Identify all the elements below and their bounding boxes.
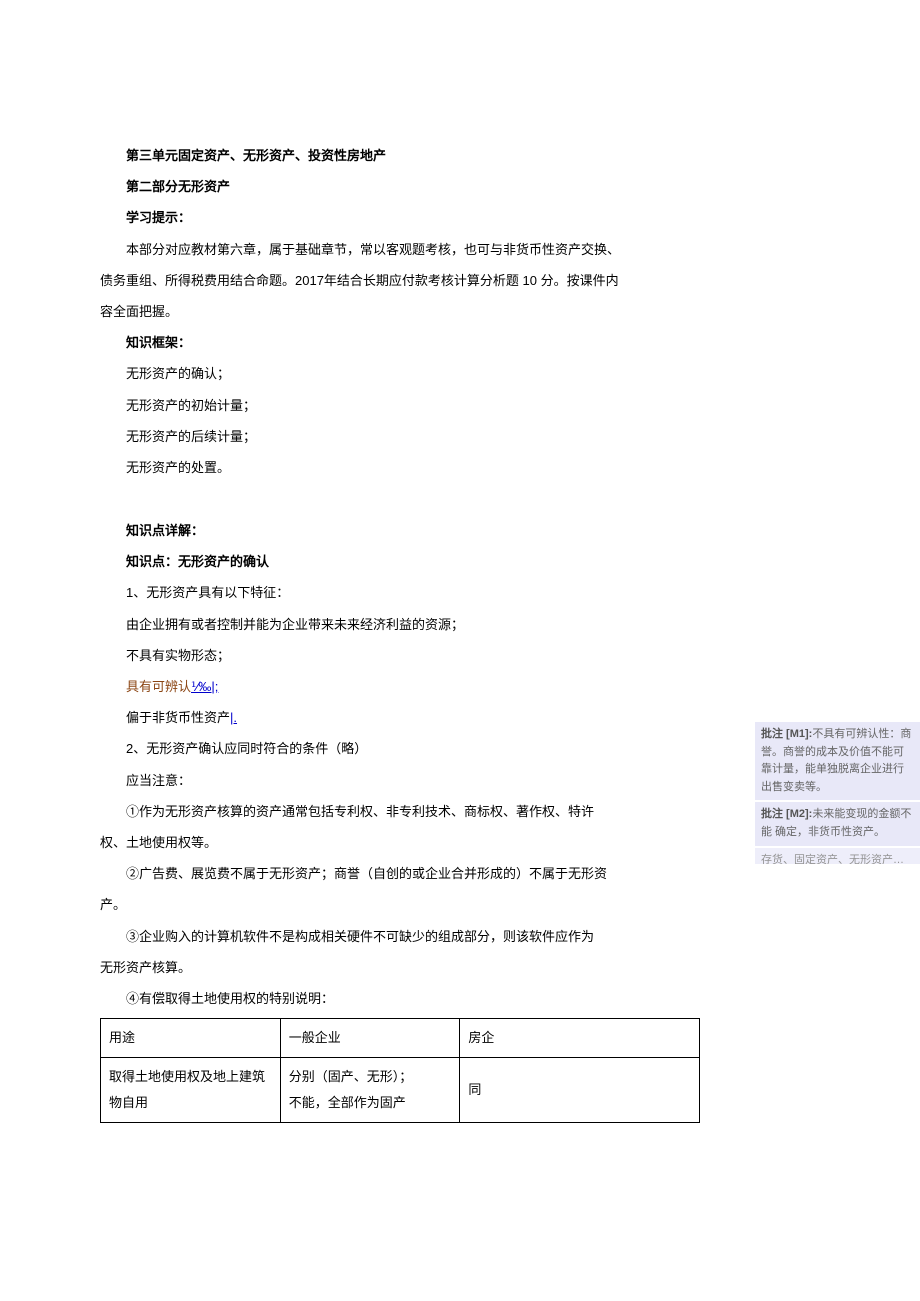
note-item: ③企业购入的计算机软件不是构成相关硬件不可缺少的组成部分，则该软件应作为 [100,921,620,952]
feature-text: 偏于非货币性资产 [126,710,230,725]
framework-item: 无形资产的处置。 [100,452,620,483]
comment-tag: 批注 [M2]: [761,808,812,820]
framework-item: 无形资产的初始计量； [100,390,620,421]
table-header: 一般企业 [280,1019,460,1058]
feature-item: 不具有实物形态； [100,640,620,671]
condition-heading: 2、无形资产确认应同时符合的条件（略） [100,733,620,764]
table-header: 用途 [101,1019,281,1058]
study-label: 学习提示： [100,202,620,233]
feature-item: 由企业拥有或者控制并能为企业带来未来经济利益的资源； [100,609,620,640]
cell-line: 分别（固产、无形）； [289,1069,413,1084]
note-item: ②广告费、展览费不属于无形资产；商誉（自创的或企业合并形成的）不属于无形资产。 [100,858,620,920]
table-cell: 分别（固产、无形）； 不能，全部作为固产 [280,1058,460,1123]
reference-link[interactable]: ⅟‰|; [191,679,218,694]
study-text: 本部分对应教材第六章，属于基础章节，常以客观题考核，也可与非货币性资产交换、债务… [100,234,620,328]
table-cell: 取得土地使用权及地上建筑物自用 [101,1058,281,1123]
reference-link[interactable]: |. [230,710,237,725]
framework-label: 知识框架： [100,327,620,358]
part-title: 第二部分无形资产 [100,171,620,202]
knowledge-point-title: 知识点：无形资产的确认 [100,546,620,577]
note-item-cont: 权、土地使用权等。 [100,827,620,858]
comment-box-clipped: 存货、固定资产、无形资产… [755,848,920,864]
note-item-cont: 无形资产核算。 [100,952,620,983]
table-row: 取得土地使用权及地上建筑物自用 分别（固产、无形）； 不能，全部作为固产 同 [101,1058,700,1123]
feature-item: 偏于非货币性资产|. [100,702,620,733]
note-item: ④有偿取得土地使用权的特别说明： [100,983,620,1014]
table-cell: 同 [460,1058,700,1123]
feature-text: 具有可辨认 [126,679,191,694]
table-header: 房企 [460,1019,700,1058]
cell-line: 不能，全部作为固产 [289,1095,406,1110]
comment-sidebar: 批注 [M1]:不具有可辨认性：商誉。商誉的成本及价值不能可靠计量，能单独脱离企… [755,722,920,866]
unit-title: 第三单元固定资产、无形资产、投资性房地产 [100,140,620,171]
land-use-table: 用途 一般企业 房企 取得土地使用权及地上建筑物自用 分别（固产、无形）； 不能… [100,1018,700,1123]
note-label: 应当注意： [100,765,620,796]
framework-item: 无形资产的后续计量； [100,421,620,452]
feature-heading: 1、无形资产具有以下特征： [100,577,620,608]
table-row: 用途 一般企业 房企 [101,1019,700,1058]
comment-tag: 批注 [M1]: [761,728,812,740]
framework-item: 无形资产的确认； [100,358,620,389]
note-item: ①作为无形资产核算的资产通常包括专利权、非专利技术、商标权、著作权、特许 [100,796,620,827]
detail-label: 知识点详解： [100,515,620,546]
comment-text: 存货、固定资产、无形资产… [761,854,904,864]
feature-item: 具有可辨认⅟‰|; [100,671,620,702]
document-body: 第三单元固定资产、无形资产、投资性房地产 第二部分无形资产 学习提示： 本部分对… [0,0,720,1123]
comment-box: 批注 [M1]:不具有可辨认性：商誉。商誉的成本及价值不能可靠计量，能单独脱离企… [755,722,920,800]
comment-box: 批注 [M2]:未来能变现的金额不能 确定，非货币性资产。 [755,802,920,845]
